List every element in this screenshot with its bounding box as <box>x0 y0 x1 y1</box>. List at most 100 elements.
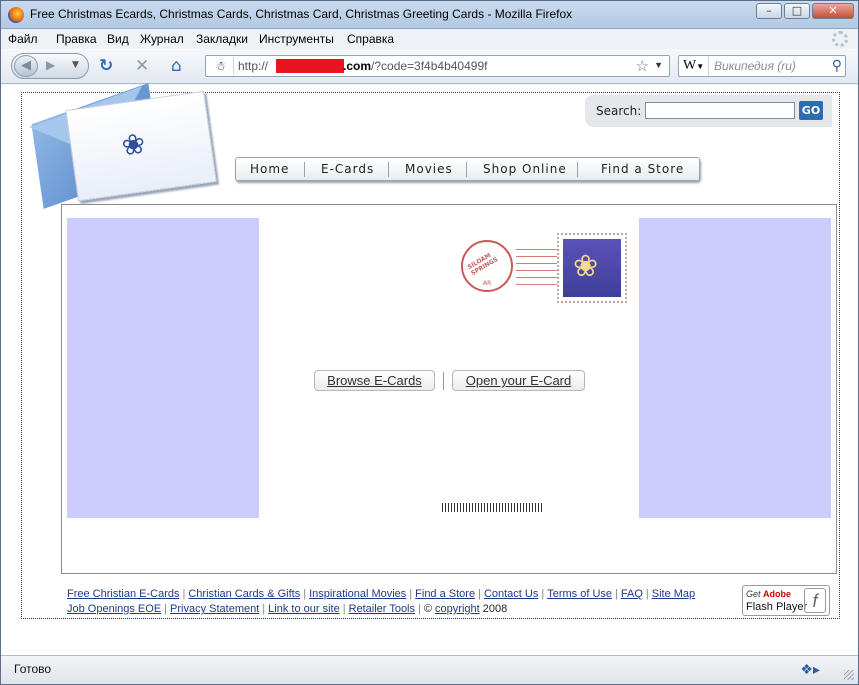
page-content: ❀ Search: GO Home E-Cards Movies Shop On… <box>1 83 858 655</box>
search-bar[interactable]: W▼ Википедия (ru) ⚲ <box>678 55 846 77</box>
flash-player-label: Flash Player <box>746 601 807 613</box>
flash-word: Flash <box>746 601 773 613</box>
postage-stamp: ❀ <box>557 233 627 303</box>
resize-grip[interactable] <box>844 670 854 680</box>
card-logo[interactable]: ❀ <box>65 90 217 202</box>
forward-button[interactable]: ▶ <box>46 58 55 72</box>
close-button[interactable]: ✕ <box>812 3 854 19</box>
footer-link[interactable]: Job Openings EOE <box>67 603 161 615</box>
site-nav: Home E-Cards Movies Shop Online Find a S… <box>235 157 700 181</box>
footer-link[interactable]: Free Christian E-Cards <box>67 588 179 600</box>
footer-link[interactable]: Terms of Use <box>547 588 612 600</box>
maximize-button[interactable]: □ <box>784 3 810 19</box>
url-path: /?code=3f4b4b40499f <box>371 59 488 73</box>
addon-status-icon[interactable]: ❖▸ <box>800 661 820 678</box>
nav-divider <box>466 162 467 177</box>
back-forward-group: ◀ ▶ ▼ <box>11 53 89 79</box>
search-engine-label: W <box>683 58 697 73</box>
url-rest: .com/?code=3f4b4b40499f <box>343 59 487 73</box>
url-dropdown-icon[interactable]: ▼ <box>654 60 663 70</box>
postmark-state: AR <box>483 280 492 287</box>
menu-edit[interactable]: Правка <box>56 32 97 46</box>
right-side-panel <box>639 218 831 518</box>
site-icon[interactable]: ☃ <box>208 57 234 75</box>
footer-link[interactable]: Inspirational Movies <box>309 588 406 600</box>
button-divider <box>443 372 444 390</box>
window-controls: – □ ✕ <box>756 3 854 19</box>
stamp-image: ❀ <box>563 239 621 297</box>
search-placeholder: Википедия (ru) <box>714 59 796 73</box>
loading-indicator <box>442 503 542 512</box>
footer-link[interactable]: Site Map <box>652 588 695 600</box>
browse-ecards-button[interactable]: Browse E-Cards <box>314 370 435 391</box>
browser-window: Free Christmas Ecards, Christmas Cards, … <box>0 0 859 685</box>
copyright-link[interactable]: copyright <box>435 603 480 615</box>
menu-view[interactable]: Вид <box>107 32 129 46</box>
footer-links: Free Christian E-Cards | Christian Cards &… <box>67 587 737 617</box>
copyright-symbol: © <box>423 603 432 615</box>
left-side-panel <box>67 218 259 518</box>
footer-link[interactable]: Retailer Tools <box>349 603 415 615</box>
stamp-fleur-icon: ❀ <box>573 249 599 284</box>
get-flash-player-badge[interactable]: Get Adobe Flash Player f <box>742 585 830 616</box>
search-engine-selector[interactable]: W▼ <box>679 56 709 76</box>
site-search: Search: GO <box>585 95 832 127</box>
copyright-year: 2008 <box>482 603 508 615</box>
main-ecard-area: SILOAM SPRINGS AR ❀ Browse E-Cards Open … <box>61 204 837 574</box>
menu-bar: Файл Правка Вид Журнал Закладки Инструме… <box>1 29 858 49</box>
bookmark-star-icon[interactable]: ☆ <box>636 57 649 75</box>
throbber-icon <box>832 31 848 47</box>
nav-ecards[interactable]: E-Cards <box>321 162 374 176</box>
title-bar: Free Christmas Ecards, Christmas Cards, … <box>1 1 858 29</box>
history-dropdown-icon[interactable]: ▼ <box>72 60 79 70</box>
menu-tools[interactable]: Инструменты <box>259 32 334 46</box>
site-search-input[interactable] <box>645 102 795 119</box>
nav-shop-online[interactable]: Shop Online <box>483 162 567 176</box>
nav-divider <box>577 162 578 177</box>
menu-help[interactable]: Справка <box>347 32 394 46</box>
nav-find-store[interactable]: Find a Store <box>601 162 684 176</box>
postmark-city: SILOAM SPRINGS <box>466 252 500 278</box>
postmark-stamp: SILOAM SPRINGS AR <box>461 240 513 292</box>
status-text: Готово <box>14 662 52 676</box>
nav-movies[interactable]: Movies <box>405 162 453 176</box>
navigation-toolbar: ◀ ▶ ▼ ↻ ✕ ⌂ ☃ http:// .com/?code=3f4b4b4… <box>1 49 858 84</box>
footer-link[interactable]: Link to our site <box>268 603 340 615</box>
nav-home[interactable]: Home <box>250 162 289 176</box>
url-domain-suffix: .com <box>343 59 372 73</box>
menu-history[interactable]: Журнал <box>140 32 184 46</box>
menu-file[interactable]: Файл <box>8 32 38 46</box>
open-ecard-button[interactable]: Open your E-Card <box>452 370 585 391</box>
player-word: Player <box>775 601 808 613</box>
flash-get-label: Get Adobe <box>746 589 791 599</box>
url-prefix: http:// <box>238 59 269 73</box>
nav-divider <box>388 162 389 177</box>
firefox-icon <box>8 7 24 23</box>
search-label: Search: <box>596 104 642 118</box>
footer-link[interactable]: FAQ <box>621 588 643 600</box>
footer-link[interactable]: Privacy Statement <box>170 603 259 615</box>
status-bar: Готово ❖▸ <box>1 655 858 684</box>
minimize-button[interactable]: – <box>756 3 782 19</box>
flash-get-text: Get <box>746 589 761 599</box>
search-icon[interactable]: ⚲ <box>832 57 842 74</box>
fleur-logo-icon: ❀ <box>119 126 148 163</box>
nav-divider <box>304 162 305 177</box>
home-icon[interactable]: ⌂ <box>171 58 182 75</box>
window-title: Free Christmas Ecards, Christmas Cards, … <box>30 7 573 21</box>
reload-icon[interactable]: ↻ <box>99 58 113 75</box>
flash-adobe-text: Adobe <box>763 589 792 599</box>
go-button[interactable]: GO <box>799 101 823 120</box>
footer-link[interactable]: Find a Store <box>415 588 475 600</box>
stop-icon[interactable]: ✕ <box>135 58 149 75</box>
flash-f-icon: f <box>804 588 826 613</box>
footer-link[interactable]: Contact Us <box>484 588 538 600</box>
footer-row-1: Free Christian E-Cards | Christian Cards &… <box>67 588 696 600</box>
menu-bookmarks[interactable]: Закладки <box>196 32 248 46</box>
back-button[interactable]: ◀ <box>14 55 38 77</box>
redacted-domain <box>276 59 344 73</box>
engine-dropdown-icon: ▼ <box>696 62 705 71</box>
footer-row-2: Job Openings EOE | Privacy Statement | Link … <box>67 603 508 615</box>
address-bar[interactable]: ☃ http:// .com/?code=3f4b4b40499f ☆ ▼ <box>205 55 670 77</box>
footer-link[interactable]: Christian Cards & Gifts <box>188 588 300 600</box>
